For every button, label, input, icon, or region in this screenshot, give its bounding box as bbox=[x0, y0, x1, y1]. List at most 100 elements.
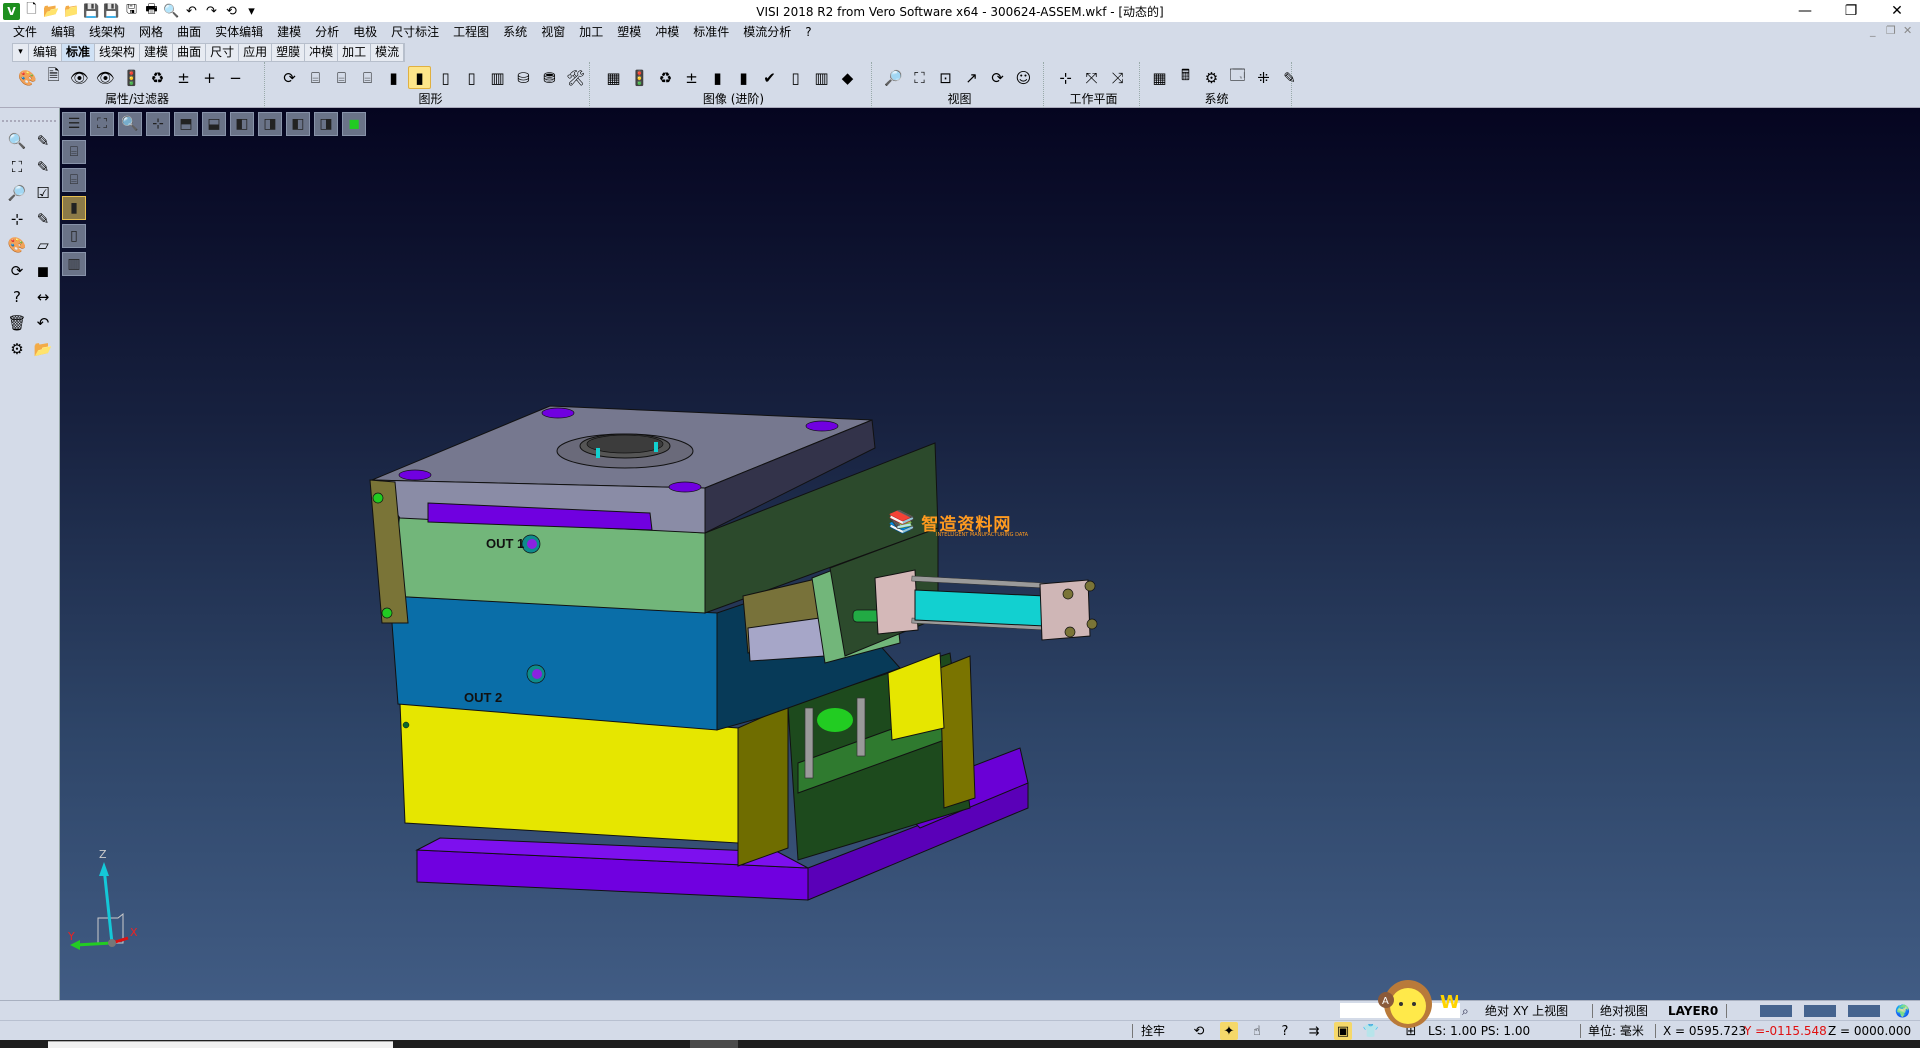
view-top-icon[interactable]: ⬒ bbox=[174, 112, 198, 136]
cube-shade-icon[interactable]: ◆ bbox=[836, 66, 859, 89]
menu-17[interactable]: 标准件 bbox=[686, 22, 736, 42]
color-swatch-1[interactable] bbox=[1760, 1005, 1792, 1017]
image-add-icon[interactable]: ▦ bbox=[602, 66, 625, 89]
workplane-rotate-icon[interactable]: ⤨ bbox=[1106, 66, 1129, 89]
section-cylinder-icon[interactable]: ▯ bbox=[784, 66, 807, 89]
view-axis-icon[interactable]: ⊹ bbox=[146, 112, 170, 136]
minimize-button[interactable]: — bbox=[1782, 0, 1828, 22]
calculator-icon[interactable]: 🖩 bbox=[1174, 66, 1197, 89]
zoom-view-icon[interactable]: 🔎 bbox=[6, 182, 28, 204]
menu-16[interactable]: 冲模 bbox=[648, 22, 686, 42]
zoom-window-icon[interactable]: ⛶ bbox=[908, 66, 931, 89]
rotate-view-icon[interactable]: ⟳ bbox=[986, 66, 1009, 89]
view-bottom-icon[interactable]: ⬓ bbox=[202, 112, 226, 136]
mdi-close-button[interactable]: ✕ bbox=[1903, 24, 1912, 37]
layer-name[interactable]: LAYER0 bbox=[1668, 1003, 1718, 1019]
color-swatch-2[interactable] bbox=[1804, 1005, 1836, 1017]
traffic-light-icon[interactable]: 🚦 bbox=[120, 66, 143, 89]
new-file-icon[interactable]: 🗋 bbox=[23, 2, 40, 20]
menu-2[interactable]: 编辑 bbox=[44, 22, 82, 42]
mdi-minimize-button[interactable]: _ bbox=[1870, 24, 1876, 37]
hidden-line-cylinder-icon[interactable]: ⌸ bbox=[330, 66, 353, 89]
settings-tools-icon[interactable]: ⚙ bbox=[1200, 66, 1223, 89]
print-icon[interactable]: 🖶 bbox=[143, 2, 160, 20]
save-all-icon[interactable]: 🖫 bbox=[123, 2, 140, 20]
box-3d-icon[interactable]: ▣ bbox=[1334, 1022, 1352, 1040]
dynamic-zoom-icon[interactable]: 🔎 bbox=[882, 66, 905, 89]
render-hidden-icon[interactable]: ⌸ bbox=[62, 168, 86, 192]
menu-19[interactable]: ? bbox=[798, 22, 818, 42]
show-add-icon[interactable]: 👁 bbox=[68, 66, 91, 89]
menu-15[interactable]: 塑模 bbox=[610, 22, 648, 42]
wire-cylinder-icon[interactable]: ▥ bbox=[810, 66, 833, 89]
tab-8[interactable]: 塑膜 bbox=[272, 44, 306, 61]
snap-label[interactable]: 拴牢 bbox=[1141, 1023, 1165, 1039]
regenerate-icon[interactable]: ⟳ bbox=[6, 260, 28, 282]
graphics-settings-icon[interactable]: 🛠 bbox=[564, 66, 587, 89]
globe-icon[interactable]: 🌍 bbox=[1895, 1003, 1910, 1019]
menu-11[interactable]: 工程图 bbox=[446, 22, 496, 42]
dimension-icon[interactable]: ↔ bbox=[32, 286, 54, 308]
workplane-move-icon[interactable]: ⤧ bbox=[1080, 66, 1103, 89]
tab-5[interactable]: 曲面 bbox=[173, 44, 207, 61]
workplane-axis-icon[interactable]: ⊹ bbox=[1054, 66, 1077, 89]
menu-4[interactable]: 网格 bbox=[132, 22, 170, 42]
snap-toggle-icon[interactable]: ⟲ bbox=[1190, 1022, 1208, 1040]
menu-6[interactable]: 实体编辑 bbox=[208, 22, 270, 42]
menu-3[interactable]: 线架构 bbox=[82, 22, 132, 42]
menu-13[interactable]: 视窗 bbox=[534, 22, 572, 42]
show-minus-icon[interactable]: − bbox=[224, 66, 247, 89]
image-toggle-icon[interactable]: ± bbox=[680, 66, 703, 89]
menu-14[interactable]: 加工 bbox=[572, 22, 610, 42]
render-transparent-icon[interactable]: ▯ bbox=[62, 224, 86, 248]
restore-button[interactable]: ❐ bbox=[1828, 0, 1874, 22]
view-menu-icon[interactable]: ☰ bbox=[62, 112, 86, 136]
mesh-cylinder-icon[interactable]: ▥ bbox=[486, 66, 509, 89]
close-button[interactable]: ✕ bbox=[1874, 0, 1920, 22]
wireframe-cylinder-icon[interactable]: ⌸ bbox=[304, 66, 327, 89]
view-zoom-icon[interactable]: 🔍 bbox=[118, 112, 142, 136]
sketch-icon[interactable]: ✎ bbox=[1278, 66, 1301, 89]
menu-18[interactable]: 模流分析 bbox=[736, 22, 798, 42]
eye-view-icon[interactable]: ☺ bbox=[1012, 66, 1035, 89]
menu-8[interactable]: 分析 bbox=[308, 22, 346, 42]
view-vector-icon[interactable]: ↗ bbox=[960, 66, 983, 89]
tab-7[interactable]: 应用 bbox=[239, 44, 273, 61]
show-swap-icon[interactable]: ♻ bbox=[146, 66, 169, 89]
solid-box-icon[interactable]: ◼ bbox=[32, 260, 54, 282]
image-swap-icon[interactable]: ♻ bbox=[654, 66, 677, 89]
select-check-icon[interactable]: ☑ bbox=[32, 182, 54, 204]
zoom-fit-icon[interactable]: ⛶ bbox=[6, 156, 28, 178]
tab-6[interactable]: 尺寸 bbox=[206, 44, 240, 61]
shaded-cylinder-icon[interactable]: ▮ bbox=[382, 66, 405, 89]
solid-cylinder-icon[interactable]: ▮ bbox=[706, 66, 729, 89]
menu-9[interactable]: 电极 bbox=[346, 22, 384, 42]
outline-cylinder-icon[interactable]: ▯ bbox=[460, 66, 483, 89]
undo-gray-icon[interactable]: ↶ bbox=[32, 312, 54, 334]
save-icon[interactable]: 💾 bbox=[83, 3, 100, 20]
folder-open-icon[interactable]: 📂 bbox=[32, 338, 54, 360]
taskbar-app-button[interactable] bbox=[690, 1040, 738, 1048]
body-export-icon[interactable]: ⛃ bbox=[538, 66, 561, 89]
zoom-find-icon[interactable]: 🔍 bbox=[163, 3, 180, 20]
dim-line-cylinder-icon[interactable]: ⌸ bbox=[356, 66, 379, 89]
undo-icon[interactable]: ↶ bbox=[183, 3, 200, 20]
pencil-curve-icon[interactable]: ✎ bbox=[32, 156, 54, 178]
multi-body-icon[interactable]: ⛁ bbox=[512, 66, 535, 89]
show-plus-icon[interactable]: + bbox=[198, 66, 221, 89]
tab-1[interactable]: 编辑 bbox=[29, 44, 63, 61]
mdi-restore-button[interactable]: ❐ bbox=[1886, 24, 1896, 37]
layers-paint-icon[interactable]: 🎨 bbox=[6, 234, 28, 256]
redo-icon[interactable]: ↷ bbox=[203, 3, 220, 20]
color-swatch-3[interactable] bbox=[1848, 1005, 1880, 1017]
customize-dropdown-icon[interactable]: ▾ bbox=[243, 3, 260, 20]
app-logo-icon[interactable]: V bbox=[3, 2, 20, 20]
taskbar-search[interactable] bbox=[48, 1041, 393, 1048]
menu-1[interactable]: 文件 bbox=[6, 22, 44, 42]
attributes-icon[interactable]: 🎨 bbox=[16, 66, 39, 89]
shaded-edges-cylinder-icon[interactable]: ▮ bbox=[408, 66, 431, 89]
help-query-icon[interactable]: ? bbox=[6, 286, 28, 308]
recycle-bin-icon[interactable]: 🗑 bbox=[6, 312, 28, 334]
menu-12[interactable]: 系统 bbox=[496, 22, 534, 42]
move-entity-icon[interactable]: ⇉ bbox=[1305, 1022, 1323, 1040]
